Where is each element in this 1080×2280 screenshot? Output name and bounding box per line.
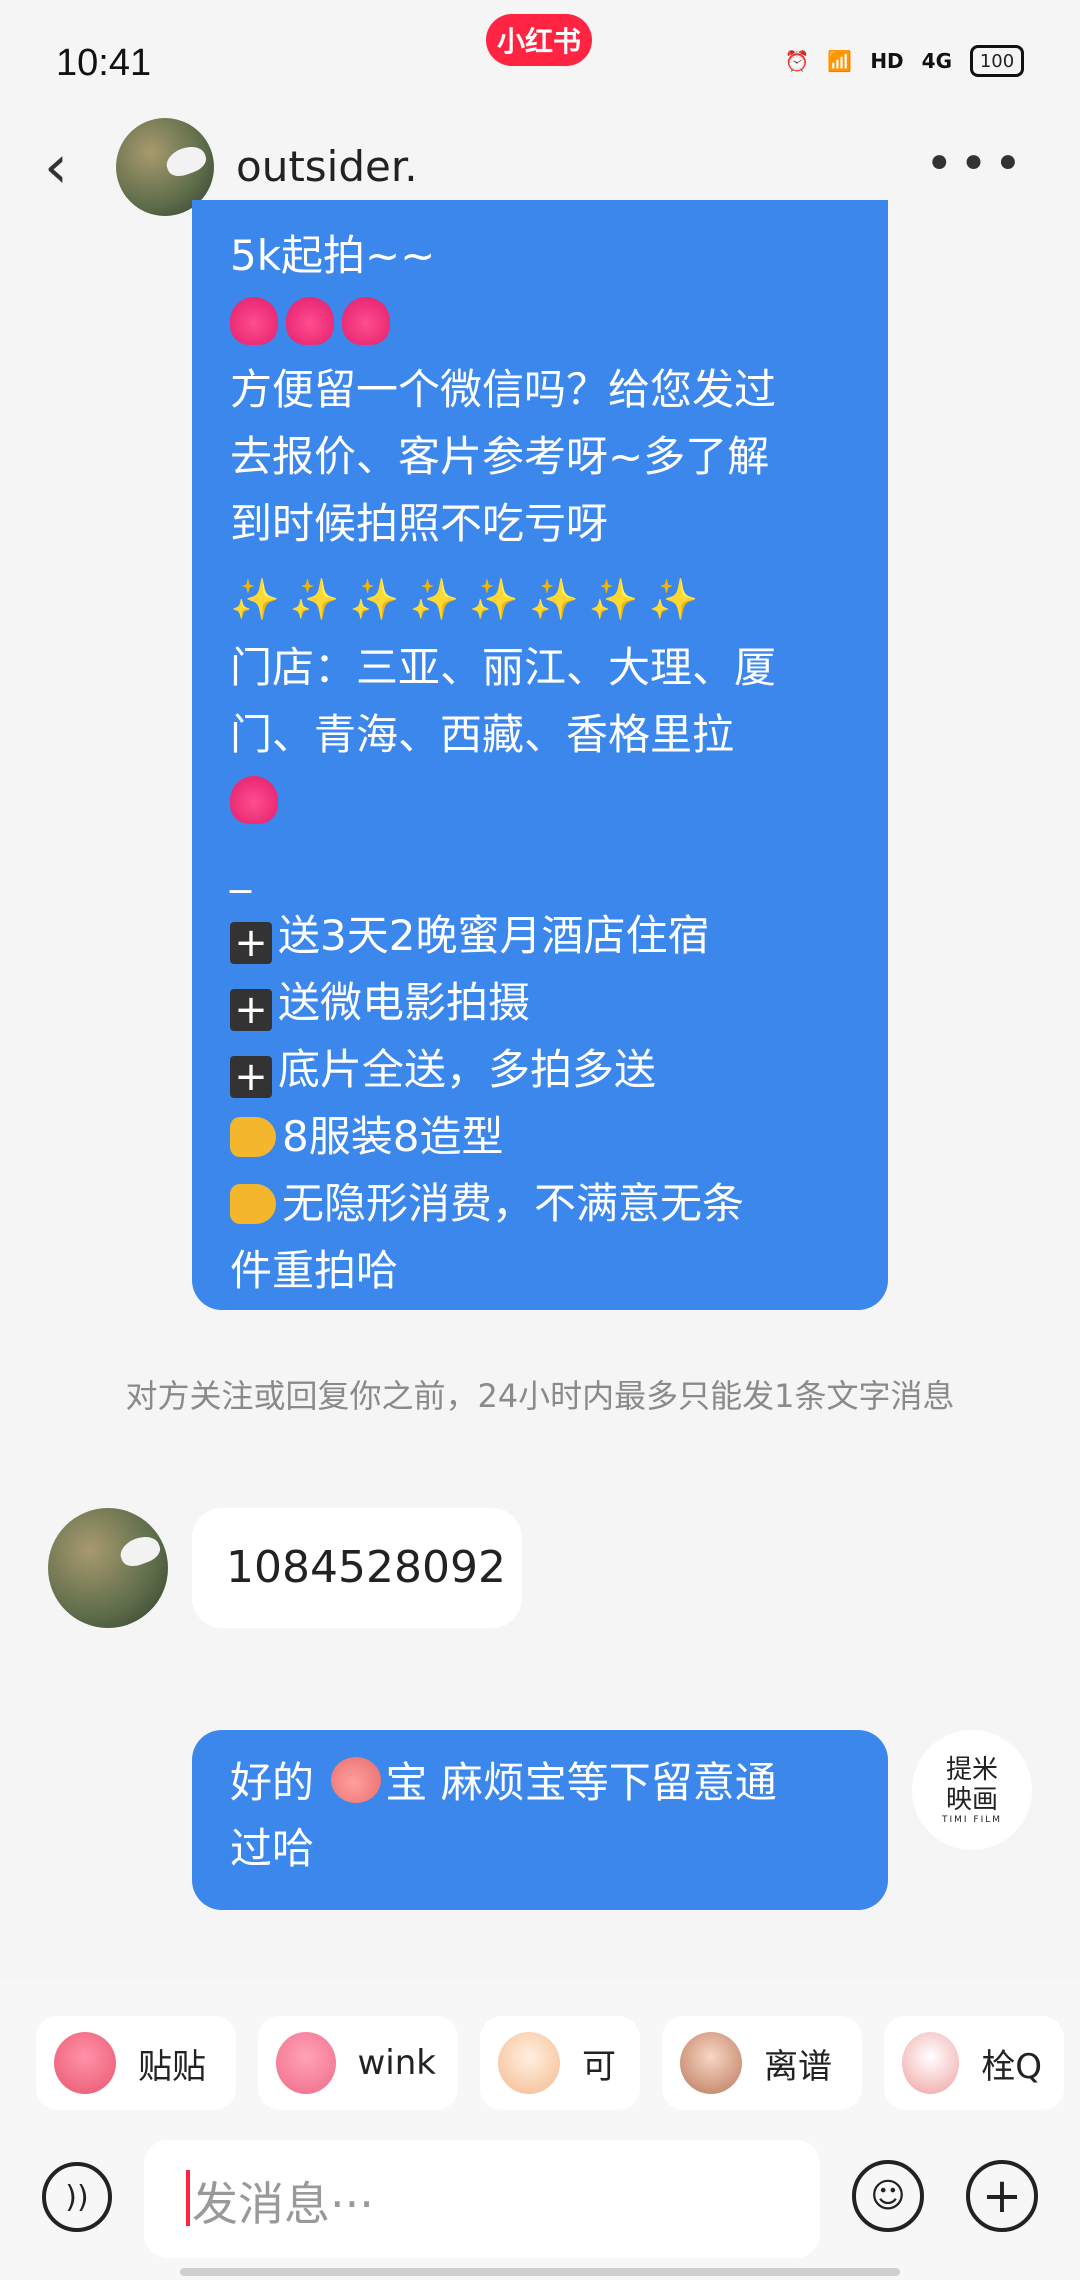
sticker-icon — [498, 2032, 560, 2094]
sticker-chip[interactable]: 可 — [480, 2016, 640, 2110]
sticker-icon — [276, 2032, 336, 2094]
sparkle-icon: ✨ — [230, 577, 280, 623]
avatar-text: 提米 — [945, 1755, 998, 1785]
sticker-icon — [680, 2032, 742, 2094]
bottom-panel: 贴贴 wink 可 离谱 栓Q )) 发消息··· ☺ + — [0, 1980, 1080, 2280]
back-icon[interactable]: ‹ — [44, 132, 94, 202]
contact-avatar[interactable] — [48, 1508, 168, 1628]
message-line: 无隐形消费，不满意无条 — [282, 1179, 745, 1228]
wifi-icon: 📶 — [827, 49, 853, 73]
sticker-chip[interactable]: 贴贴 — [36, 2016, 236, 2110]
plus-emoji-icon: + — [230, 922, 272, 964]
input-placeholder: 发消息··· — [192, 2177, 374, 2231]
sparkle-icon: ✨ — [648, 577, 699, 623]
system-notice: 对方关注或回复你之前，24小时内最多只能发1条文字消息 — [125, 1377, 955, 1415]
message-input[interactable]: 发消息··· — [144, 2140, 820, 2258]
more-icon[interactable]: ••• — [925, 136, 1028, 192]
message-line: 到时候拍照不吃亏呀 — [230, 499, 609, 548]
heart-icon — [230, 297, 278, 345]
message-line: 送3天2晚蜜月酒店住宿 — [278, 911, 710, 960]
chip-label: wink — [357, 2043, 437, 2083]
sparkle-icon: ✨ — [349, 577, 400, 623]
message-line: 底片全送，多拍多送 — [278, 1045, 657, 1094]
sticker-chip[interactable]: 栓Q — [884, 2016, 1064, 2110]
message-bubble[interactable]: 5k起拍~~ 方便留一个微信吗？给您发过 去报价、客片参考呀~多了解 到时候拍照… — [192, 200, 888, 1310]
message-text: 过哈 — [230, 1824, 315, 1873]
message-text: 好的 — [230, 1758, 328, 1807]
contact-name[interactable]: outsider. — [236, 142, 418, 191]
peach-sticker-icon — [331, 1757, 382, 1803]
input-bar: )) 发消息··· ☺ + — [0, 2140, 1080, 2270]
pointing-hand-icon — [230, 1184, 276, 1224]
sparkle-icon: ✨ — [409, 577, 460, 623]
sparkle-emoji-row: ✨ ✨ ✨ ✨ ✨ ✨ ✨ ✨ — [230, 557, 852, 634]
sparkle-icon: ✨ — [529, 577, 579, 623]
outgoing-message-bubble[interactable]: 好的 宝 麻烦宝等下留意通 过哈 — [192, 1730, 888, 1910]
heart-emoji-row — [230, 768, 852, 835]
pointing-hand-icon — [230, 1117, 276, 1157]
chip-label: 可 — [582, 2046, 616, 2087]
sticker-chip[interactable]: 离谱 — [662, 2016, 862, 2110]
add-icon[interactable]: + — [966, 2160, 1038, 2232]
status-bar: 10:41 小红书 ⏰ 📶 HD 4G 100 — [0, 0, 1080, 120]
sticker-icon — [902, 2032, 960, 2094]
message-line: 5k起拍~~ — [230, 231, 436, 280]
two-hearts-icon — [230, 776, 278, 824]
alarm-icon: ⏰ — [784, 49, 810, 73]
emoji-icon[interactable]: ☺ — [852, 2160, 924, 2232]
message-line: 送微电影拍摄 — [278, 978, 531, 1027]
incoming-message-bubble[interactable]: 1084528092 — [192, 1508, 522, 1628]
message-line: 8服装8造型 — [282, 1112, 504, 1161]
avatar-text: 映画 — [945, 1785, 998, 1815]
plus-emoji-icon: + — [230, 1056, 272, 1098]
heart-icon — [286, 297, 334, 345]
voice-icon[interactable]: )) — [42, 2162, 112, 2232]
chip-label: 栓Q — [981, 2046, 1042, 2087]
message-line: 方便留一个微信吗？给您发过 — [230, 365, 777, 414]
message-text: 宝 麻烦宝等下留意通 — [385, 1758, 777, 1807]
heart-icon — [342, 297, 390, 345]
chip-label: 贴贴 — [138, 2046, 206, 2087]
app-logo: 小红书 — [486, 14, 592, 66]
self-avatar[interactable]: 提米 映画 TIMI FILM — [912, 1730, 1032, 1850]
status-icons: ⏰ 📶 HD 4G 100 — [784, 44, 1024, 78]
avatar-subtext: TIMI FILM — [941, 1815, 1003, 1825]
message-line: 门店：三亚、丽江、大理、厦 — [230, 643, 777, 692]
plus-emoji-icon: + — [230, 989, 272, 1031]
status-time: 10:41 — [56, 42, 152, 84]
quick-sticker-bar: 贴贴 wink 可 离谱 栓Q — [36, 2016, 1064, 2110]
message-line: 去报价、客片参考呀~多了解 — [230, 432, 770, 481]
message-line: _ — [230, 844, 251, 893]
sparkle-icon: ✨ — [588, 577, 639, 623]
home-indicator — [180, 2268, 900, 2276]
signal-icon: 4G — [921, 49, 952, 73]
hd-icon: HD — [870, 49, 904, 73]
sparkle-icon: ✨ — [469, 577, 520, 623]
message-line: 件重拍哈 — [230, 1246, 399, 1295]
sticker-icon — [54, 2032, 116, 2094]
sparkle-icon: ✨ — [289, 577, 340, 623]
text-cursor — [186, 2170, 190, 2226]
message-line: 门、青海、西藏、香格里拉 — [230, 710, 735, 759]
sticker-chip[interactable]: wink — [258, 2016, 458, 2110]
heart-emoji-row — [230, 289, 852, 356]
battery-icon: 100 — [970, 45, 1024, 77]
chip-label: 离谱 — [764, 2046, 832, 2087]
